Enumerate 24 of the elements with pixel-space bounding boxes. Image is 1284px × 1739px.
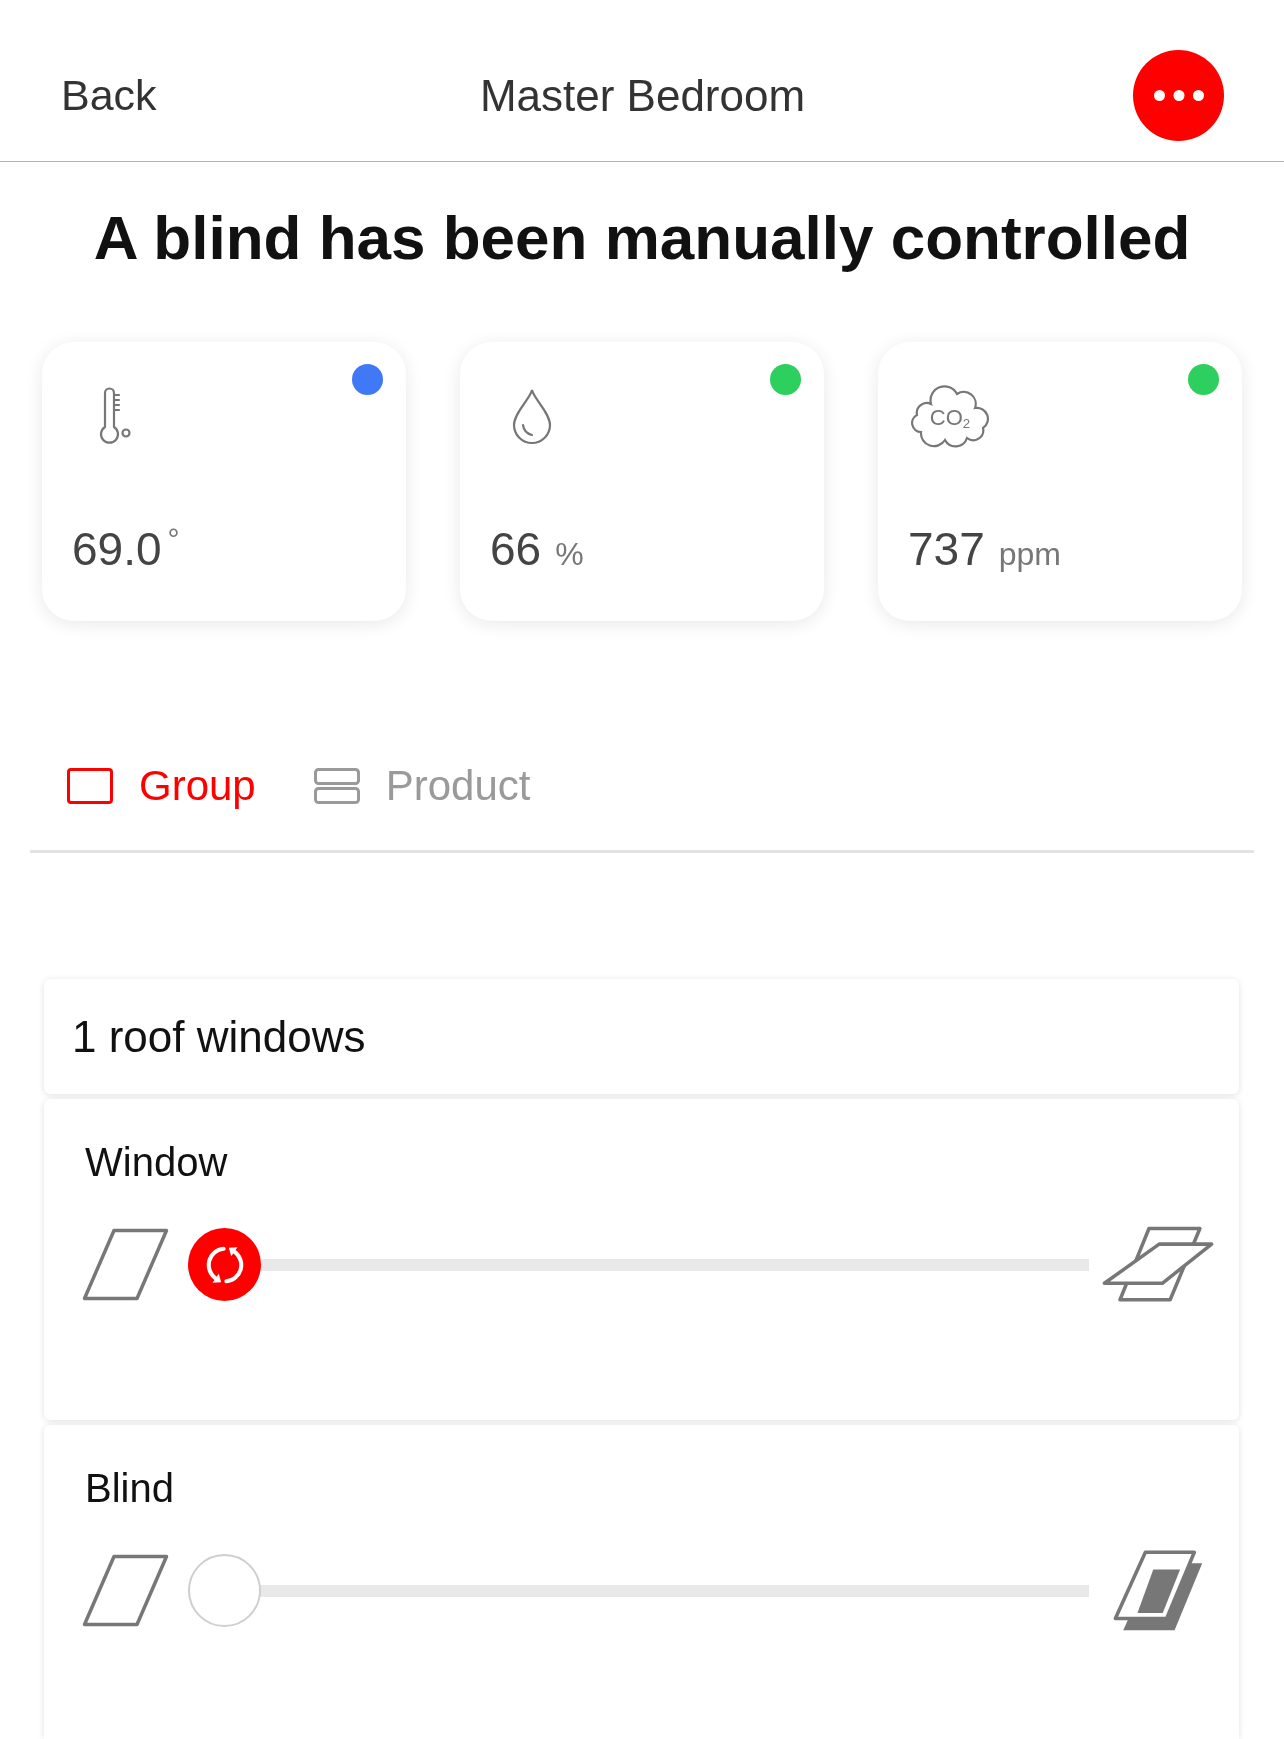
sensor-value: 66 [490,523,542,575]
stacked-rectangles-icon [313,768,360,804]
tab[interactable]: Group [67,758,256,814]
room-title: Master Bedroom [479,70,806,121]
sensor-unit: % [555,536,584,572]
product-label: Blind [85,1465,174,1512]
sensor-value: 69.0 [72,523,162,575]
cloud-icon [909,383,991,448]
sensor-value: 737 [908,523,985,575]
group-title: 1 roof windows [72,1011,366,1062]
window-frame-icon [82,1228,169,1301]
tab[interactable]: Product [313,758,531,814]
co2-label: CO$_{2}$ [929,405,971,430]
window-shade-icon [1112,1549,1203,1632]
window-frame-icon [82,1554,169,1627]
more-icon [1153,90,1204,101]
product-label: Window [85,1139,228,1186]
open-window-icon [1101,1226,1214,1303]
rectangle-icon [67,768,113,804]
sensor-unit: ppm [998,536,1061,572]
sync-icon [205,1245,244,1284]
sensor-unit: ° [167,522,180,555]
back-button[interactable]: Back [61,71,157,120]
alert-message: A blind has been manually controlled [92,202,1192,274]
